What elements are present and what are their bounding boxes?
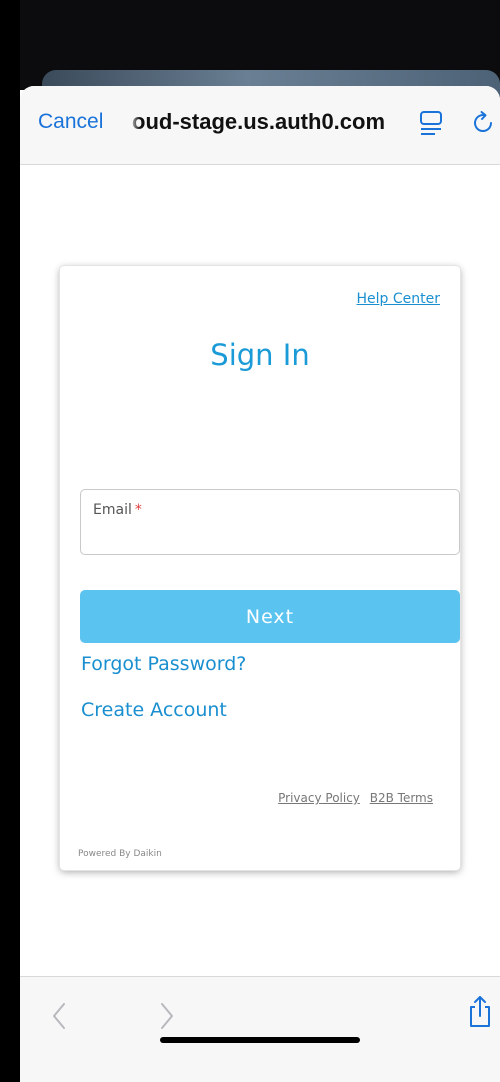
chevron-left-icon[interactable] — [48, 1001, 70, 1031]
next-button[interactable]: Next — [80, 590, 460, 643]
share-icon[interactable] — [466, 995, 494, 1029]
b2b-terms-link[interactable]: B2B Terms — [370, 791, 433, 805]
footer-links: Privacy Policy B2B Terms — [278, 791, 433, 805]
sign-in-card: Help Center Sign In Email * Next Forgot P… — [60, 266, 460, 870]
url-text[interactable]: oud-stage.us.auth0.com — [132, 109, 412, 135]
cancel-button[interactable]: Cancel — [38, 110, 103, 134]
left-edge — [0, 0, 20, 1082]
home-indicator[interactable] — [160, 1037, 360, 1043]
chevron-right-icon[interactable] — [156, 1001, 178, 1031]
powered-by-text: Powered By Daikin — [78, 849, 162, 859]
browser-sheet: Cancel oud-stage.us.auth0.com Help Cente… — [20, 86, 500, 1082]
reload-icon[interactable] — [472, 110, 496, 136]
reader-mode-icon[interactable] — [419, 110, 443, 136]
email-field[interactable]: Email * — [80, 489, 460, 555]
required-mark: * — [134, 502, 142, 518]
email-label: Email * — [93, 502, 142, 518]
help-center-link[interactable]: Help Center — [357, 291, 441, 307]
browser-toolbar: Cancel oud-stage.us.auth0.com — [20, 86, 500, 165]
forgot-password-link[interactable]: Forgot Password? — [81, 653, 246, 675]
privacy-policy-link[interactable]: Privacy Policy — [278, 791, 360, 805]
create-account-link[interactable]: Create Account — [81, 699, 227, 721]
url-fade — [128, 106, 140, 140]
page-title: Sign In — [210, 338, 310, 372]
browser-bottom-bar — [20, 976, 500, 1082]
